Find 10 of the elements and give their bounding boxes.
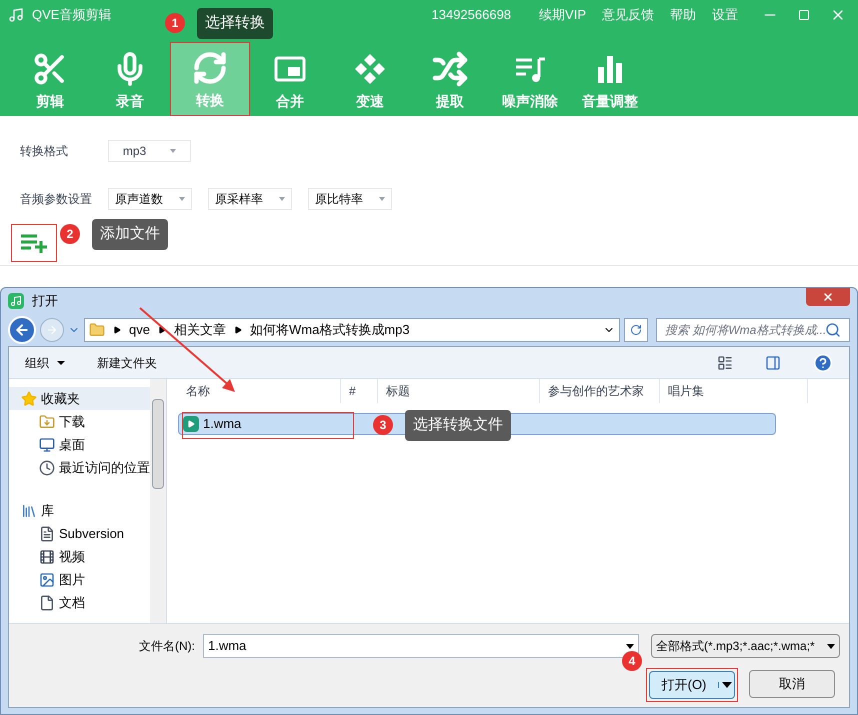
phone-number: 13492566698	[432, 6, 512, 24]
params-label: 音频参数设置	[20, 191, 93, 208]
app-title: QVE音频剪辑	[32, 6, 112, 24]
tooltip: 选择转换	[197, 8, 273, 38]
tooltip: 添加文件	[92, 219, 168, 250]
format-label: 转换格式	[20, 143, 69, 160]
filename-label: 文件名(N):	[139, 638, 195, 655]
step-number: 2	[60, 224, 80, 244]
dialog-title: 打开	[32, 292, 58, 310]
tooltip: 选择转换文件	[405, 410, 511, 440]
